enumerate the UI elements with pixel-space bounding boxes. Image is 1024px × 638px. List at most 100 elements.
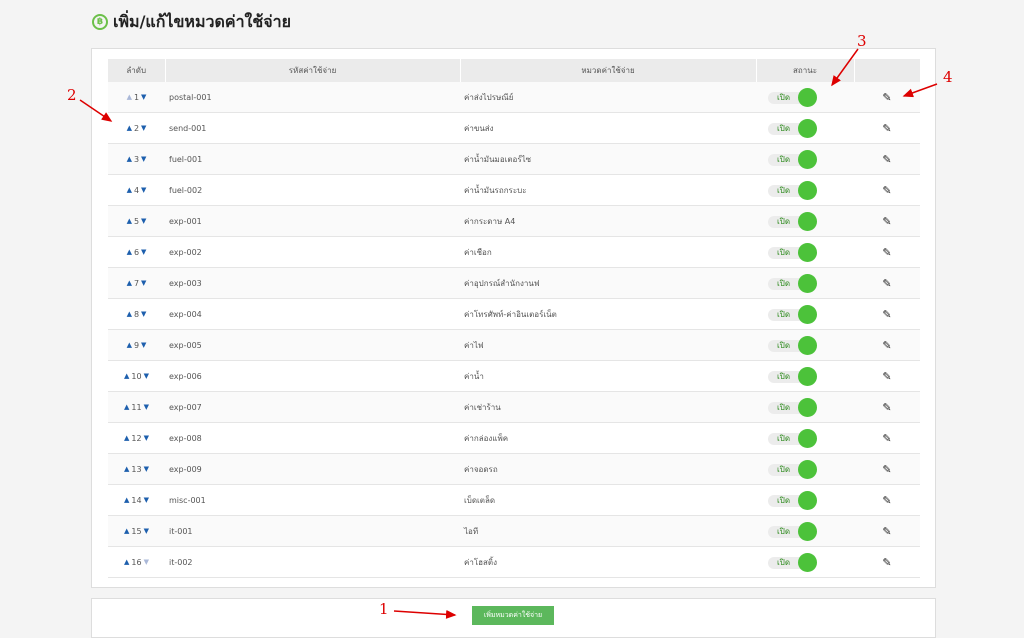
move-down-icon[interactable]: ▼ xyxy=(144,434,149,442)
status-toggle[interactable]: เปิด xyxy=(768,242,817,262)
status-toggle[interactable]: เปิด xyxy=(768,397,817,417)
edit-pencil-icon[interactable]: ✎ xyxy=(882,432,891,445)
status-cell: เปิด xyxy=(756,298,854,330)
status-cell: เปิด xyxy=(756,82,854,113)
header-action xyxy=(854,59,921,82)
move-down-icon[interactable]: ▼ xyxy=(144,496,149,504)
action-cell: ✎ xyxy=(854,174,920,206)
edit-pencil-icon[interactable]: ✎ xyxy=(882,308,891,321)
action-cell: ✎ xyxy=(854,515,920,547)
move-up-icon[interactable]: ▲ xyxy=(124,434,129,442)
table-row: ▲ 10 ▼ exp-006 ค่าน้ำ เปิด ✎ xyxy=(108,360,920,392)
move-down-icon[interactable]: ▼ xyxy=(141,186,146,194)
move-up-icon[interactable]: ▲ xyxy=(127,341,132,349)
edit-pencil-icon[interactable]: ✎ xyxy=(882,339,891,352)
move-up-icon[interactable]: ▲ xyxy=(127,279,132,287)
annotation-label-4: 4 xyxy=(943,68,953,86)
move-down-icon[interactable]: ▼ xyxy=(144,558,149,566)
table-row: ▲ 3 ▼ fuel-001 ค่าน้ำมันมอเตอร์ไซ เปิด ✎ xyxy=(108,143,920,175)
edit-pencil-icon[interactable]: ✎ xyxy=(882,556,891,569)
move-up-icon[interactable]: ▲ xyxy=(124,527,129,535)
move-down-icon[interactable]: ▼ xyxy=(141,217,146,225)
move-down-icon[interactable]: ▼ xyxy=(141,124,146,132)
order-cell: ▲ 2 ▼ xyxy=(108,112,165,144)
toggle-knob xyxy=(798,87,817,107)
move-up-icon[interactable]: ▲ xyxy=(127,310,132,318)
code-cell: postal-001 xyxy=(165,82,460,113)
edit-pencil-icon[interactable]: ✎ xyxy=(882,277,891,290)
status-cell: เปิด xyxy=(756,515,854,547)
edit-pencil-icon[interactable]: ✎ xyxy=(882,463,891,476)
move-up-icon[interactable]: ▲ xyxy=(127,155,132,163)
action-cell: ✎ xyxy=(854,236,920,268)
action-cell: ✎ xyxy=(854,360,920,392)
edit-pencil-icon[interactable]: ✎ xyxy=(882,122,891,135)
status-toggle[interactable]: เปิด xyxy=(768,490,817,510)
annotation-label-3: 3 xyxy=(857,32,867,50)
move-up-icon[interactable]: ▲ xyxy=(124,496,129,504)
edit-pencil-icon[interactable]: ✎ xyxy=(882,153,891,166)
move-down-icon[interactable]: ▼ xyxy=(144,403,149,411)
move-up-icon[interactable]: ▲ xyxy=(124,372,129,380)
order-number: 8 xyxy=(133,309,140,319)
status-toggle[interactable]: เปิด xyxy=(768,459,817,479)
category-cell: ค่าน้ำมันมอเตอร์ไซ xyxy=(460,143,756,175)
edit-pencil-icon[interactable]: ✎ xyxy=(882,246,891,259)
action-cell: ✎ xyxy=(854,205,920,237)
edit-pencil-icon[interactable]: ✎ xyxy=(882,215,891,228)
move-up-icon[interactable]: ▲ xyxy=(127,217,132,225)
annotation-label-1: 1 xyxy=(379,600,389,618)
status-toggle[interactable]: เปิด xyxy=(768,428,817,448)
status-toggle[interactable]: เปิด xyxy=(768,211,817,231)
move-up-icon[interactable]: ▲ xyxy=(124,465,129,473)
move-up-icon[interactable]: ▲ xyxy=(127,186,132,194)
move-down-icon[interactable]: ▼ xyxy=(141,341,146,349)
status-toggle[interactable]: เปิด xyxy=(768,149,817,169)
category-cell: ค่าโทรศัพท์-ค่าอินเตอร์เน็ต xyxy=(460,298,756,330)
move-down-icon[interactable]: ▼ xyxy=(141,155,146,163)
move-down-icon[interactable]: ▼ xyxy=(141,248,146,256)
edit-pencil-icon[interactable]: ✎ xyxy=(882,91,891,104)
status-toggle[interactable]: เปิด xyxy=(768,180,817,200)
add-category-button[interactable]: เพิ่มหมวดค่าใช้จ่าย xyxy=(472,606,554,625)
status-cell: เปิด xyxy=(756,453,854,485)
move-down-icon[interactable]: ▼ xyxy=(144,372,149,380)
annotation-label-2: 2 xyxy=(67,86,77,104)
edit-pencil-icon[interactable]: ✎ xyxy=(882,494,891,507)
toggle-knob xyxy=(798,335,817,355)
move-down-icon[interactable]: ▼ xyxy=(144,527,149,535)
order-cell: ▲ 6 ▼ xyxy=(108,236,165,268)
move-up-icon[interactable]: ▲ xyxy=(127,93,132,101)
code-cell: exp-006 xyxy=(165,360,460,392)
coin-icon: ฿ xyxy=(92,14,108,30)
order-cell: ▲ 13 ▼ xyxy=(108,453,165,485)
edit-pencil-icon[interactable]: ✎ xyxy=(882,525,891,538)
move-up-icon[interactable]: ▲ xyxy=(124,403,129,411)
order-number: 4 xyxy=(133,185,140,195)
status-toggle[interactable]: เปิด xyxy=(768,304,817,324)
move-down-icon[interactable]: ▼ xyxy=(141,93,146,101)
status-toggle[interactable]: เปิด xyxy=(768,273,817,293)
status-toggle[interactable]: เปิด xyxy=(768,335,817,355)
status-toggle[interactable]: เปิด xyxy=(768,366,817,386)
move-down-icon[interactable]: ▼ xyxy=(141,279,146,287)
order-number: 16 xyxy=(131,557,142,567)
edit-pencil-icon[interactable]: ✎ xyxy=(882,370,891,383)
move-up-icon[interactable]: ▲ xyxy=(127,248,132,256)
edit-pencil-icon[interactable]: ✎ xyxy=(882,401,891,414)
status-toggle[interactable]: เปิด xyxy=(768,118,817,138)
order-number: 11 xyxy=(131,402,142,412)
move-up-icon[interactable]: ▲ xyxy=(127,124,132,132)
table-body: ▲ 1 ▼ postal-001 ค่าส่งไปรษณีย์ เปิด ✎ ▲ 2 ▼ send-… xyxy=(108,82,920,578)
category-cell: ค่าเชือก xyxy=(460,236,756,268)
order-cell: ▲ 10 ▼ xyxy=(108,360,165,392)
action-cell: ✎ xyxy=(854,329,920,361)
move-down-icon[interactable]: ▼ xyxy=(144,465,149,473)
footer-bar: เพิ่มหมวดค่าใช้จ่าย xyxy=(91,598,936,638)
edit-pencil-icon[interactable]: ✎ xyxy=(882,184,891,197)
move-down-icon[interactable]: ▼ xyxy=(141,310,146,318)
status-toggle[interactable]: เปิด xyxy=(768,552,817,572)
status-toggle[interactable]: เปิด xyxy=(768,521,817,541)
move-up-icon[interactable]: ▲ xyxy=(124,558,129,566)
status-toggle[interactable]: เปิด xyxy=(768,87,817,107)
